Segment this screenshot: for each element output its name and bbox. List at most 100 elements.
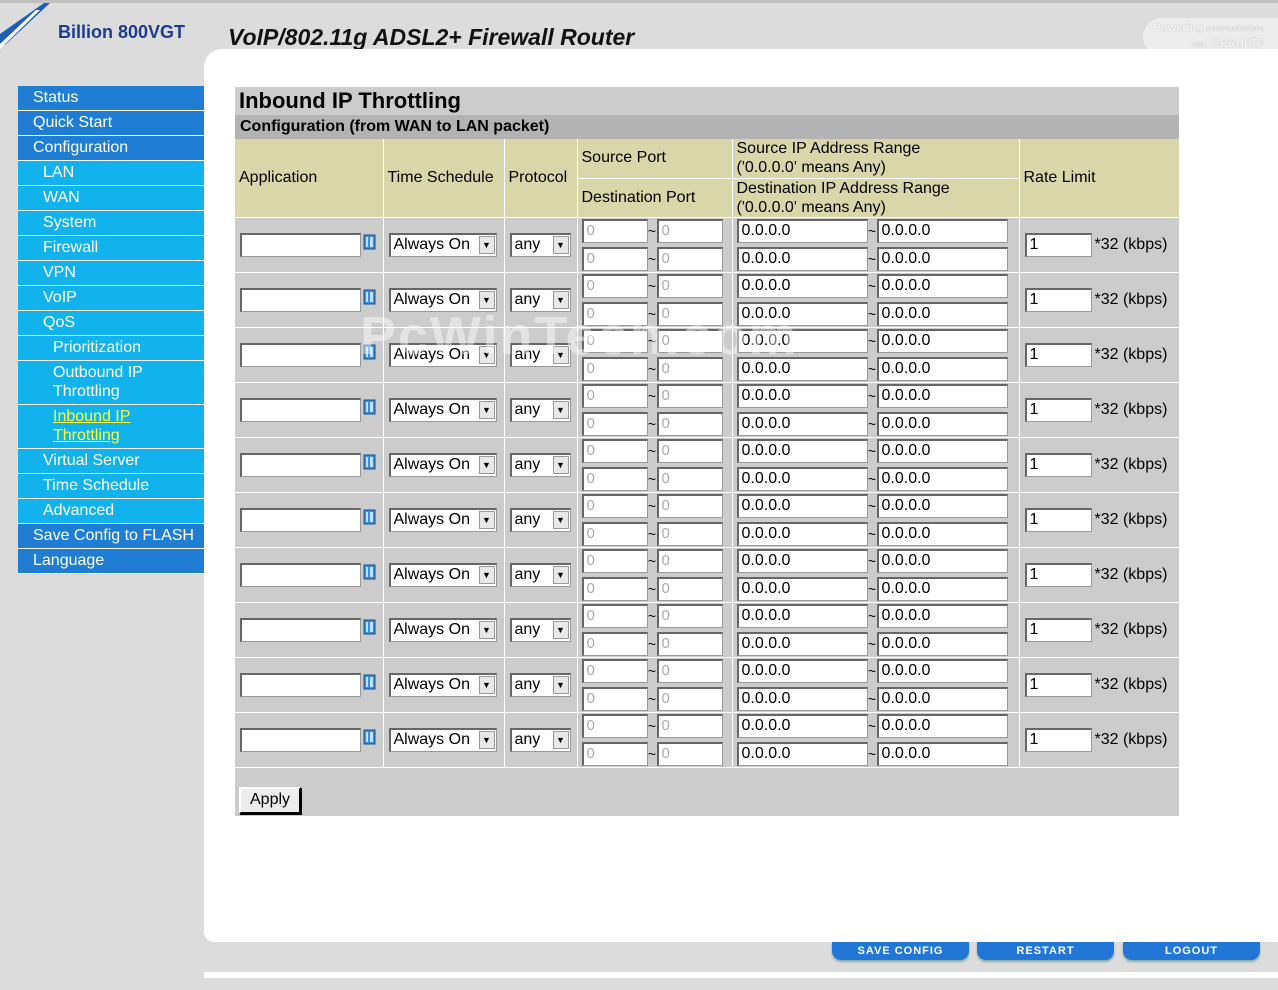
sidebar-item-status[interactable]: Status — [18, 86, 204, 111]
source-port-start[interactable]: 0 — [581, 438, 648, 463]
source-ip-end[interactable]: 0.0.0.0 — [876, 548, 1008, 573]
destination-port-start[interactable]: 0 — [581, 411, 648, 436]
destination-ip-end[interactable]: 0.0.0.0 — [876, 631, 1008, 656]
protocol-select[interactable]: any ▼ — [509, 727, 571, 752]
source-ip-start[interactable]: 0.0.0.0 — [736, 493, 868, 518]
destination-port-end[interactable]: 0 — [656, 411, 723, 436]
source-ip-start[interactable]: 0.0.0.0 — [736, 548, 868, 573]
destination-ip-start[interactable]: 0.0.0.0 — [736, 521, 868, 546]
address-book-icon[interactable] — [363, 729, 376, 750]
protocol-select[interactable]: any ▼ — [509, 617, 571, 642]
sidebar-item-outbound-ip-throttling[interactable]: Outbound IP Throttling — [18, 361, 204, 405]
sidebar-item-voip[interactable]: VoIP — [18, 286, 204, 311]
destination-port-end[interactable]: 0 — [656, 356, 723, 381]
rate-limit-input[interactable]: 1 — [1024, 562, 1092, 587]
source-ip-end[interactable]: 0.0.0.0 — [876, 493, 1008, 518]
application-input[interactable] — [240, 727, 361, 752]
source-ip-start[interactable]: 0.0.0.0 — [736, 218, 868, 243]
protocol-select[interactable]: any ▼ — [509, 287, 571, 312]
address-book-icon[interactable] — [363, 509, 376, 530]
logout-button[interactable]: LOGOUT — [1123, 942, 1260, 960]
destination-port-end[interactable]: 0 — [656, 576, 723, 601]
application-input[interactable] — [240, 562, 361, 587]
destination-ip-end[interactable]: 0.0.0.0 — [876, 686, 1008, 711]
destination-ip-end[interactable]: 0.0.0.0 — [876, 356, 1008, 381]
destination-ip-start[interactable]: 0.0.0.0 — [736, 576, 868, 601]
source-port-end[interactable]: 0 — [656, 438, 723, 463]
time-schedule-select[interactable]: Always On ▼ — [388, 562, 497, 587]
address-book-icon[interactable] — [363, 674, 376, 695]
time-schedule-select[interactable]: Always On ▼ — [388, 342, 497, 367]
restart-button[interactable]: RESTART — [977, 942, 1114, 960]
time-schedule-select[interactable]: Always On ▼ — [388, 397, 497, 422]
sidebar-item-save-config-to-flash[interactable]: Save Config to FLASH — [18, 524, 204, 549]
application-input[interactable] — [240, 617, 361, 642]
destination-port-start[interactable]: 0 — [581, 631, 648, 656]
apply-button[interactable]: Apply — [239, 786, 302, 814]
source-port-start[interactable]: 0 — [581, 218, 648, 243]
destination-ip-end[interactable]: 0.0.0.0 — [876, 301, 1008, 326]
rate-limit-input[interactable]: 1 — [1024, 672, 1092, 697]
source-ip-start[interactable]: 0.0.0.0 — [736, 438, 868, 463]
sidebar-item-wan[interactable]: WAN — [18, 186, 204, 211]
sidebar-item-quick-start[interactable]: Quick Start — [18, 111, 204, 136]
rate-limit-input[interactable]: 1 — [1024, 727, 1092, 752]
address-book-icon[interactable] — [363, 399, 376, 420]
source-ip-start[interactable]: 0.0.0.0 — [736, 658, 868, 683]
source-port-start[interactable]: 0 — [581, 493, 648, 518]
address-book-icon[interactable] — [363, 234, 376, 255]
time-schedule-select[interactable]: Always On ▼ — [388, 452, 497, 477]
source-port-start[interactable]: 0 — [581, 548, 648, 573]
application-input[interactable] — [240, 287, 361, 312]
destination-port-end[interactable]: 0 — [656, 466, 723, 491]
destination-ip-start[interactable]: 0.0.0.0 — [736, 411, 868, 436]
rate-limit-input[interactable]: 1 — [1024, 287, 1092, 312]
rate-limit-input[interactable]: 1 — [1024, 617, 1092, 642]
rate-limit-input[interactable]: 1 — [1024, 397, 1092, 422]
source-port-start[interactable]: 0 — [581, 383, 648, 408]
application-input[interactable] — [240, 232, 361, 257]
protocol-select[interactable]: any ▼ — [509, 397, 571, 422]
rate-limit-input[interactable]: 1 — [1024, 507, 1092, 532]
source-port-end[interactable]: 0 — [656, 493, 723, 518]
destination-ip-end[interactable]: 0.0.0.0 — [876, 521, 1008, 546]
destination-port-start[interactable]: 0 — [581, 356, 648, 381]
destination-port-start[interactable]: 0 — [581, 466, 648, 491]
destination-ip-start[interactable]: 0.0.0.0 — [736, 466, 868, 491]
source-port-start[interactable]: 0 — [581, 328, 648, 353]
source-port-end[interactable]: 0 — [656, 273, 723, 298]
time-schedule-select[interactable]: Always On ▼ — [388, 727, 497, 752]
time-schedule-select[interactable]: Always On ▼ — [388, 287, 497, 312]
destination-port-start[interactable]: 0 — [581, 521, 648, 546]
address-book-icon[interactable] — [363, 619, 376, 640]
application-input[interactable] — [240, 342, 361, 367]
destination-port-start[interactable]: 0 — [581, 741, 648, 766]
source-port-end[interactable]: 0 — [656, 383, 723, 408]
time-schedule-select[interactable]: Always On ▼ — [388, 507, 497, 532]
sidebar-item-lan[interactable]: LAN — [18, 161, 204, 186]
rate-limit-input[interactable]: 1 — [1024, 342, 1092, 367]
source-ip-end[interactable]: 0.0.0.0 — [876, 383, 1008, 408]
destination-ip-start[interactable]: 0.0.0.0 — [736, 631, 868, 656]
destination-ip-start[interactable]: 0.0.0.0 — [736, 246, 868, 271]
rate-limit-input[interactable]: 1 — [1024, 232, 1092, 257]
save-config-button[interactable]: SAVE CONFIG — [832, 942, 969, 960]
protocol-select[interactable]: any ▼ — [509, 342, 571, 367]
destination-port-end[interactable]: 0 — [656, 741, 723, 766]
destination-port-start[interactable]: 0 — [581, 686, 648, 711]
source-port-end[interactable]: 0 — [656, 603, 723, 628]
destination-ip-end[interactable]: 0.0.0.0 — [876, 466, 1008, 491]
sidebar-item-language[interactable]: Language — [18, 549, 204, 574]
source-port-start[interactable]: 0 — [581, 713, 648, 738]
destination-port-start[interactable]: 0 — [581, 576, 648, 601]
source-port-end[interactable]: 0 — [656, 548, 723, 573]
source-ip-start[interactable]: 0.0.0.0 — [736, 328, 868, 353]
source-ip-end[interactable]: 0.0.0.0 — [876, 713, 1008, 738]
destination-port-start[interactable]: 0 — [581, 246, 648, 271]
sidebar-item-firewall[interactable]: Firewall — [18, 236, 204, 261]
protocol-select[interactable]: any ▼ — [509, 507, 571, 532]
sidebar-item-system[interactable]: System — [18, 211, 204, 236]
destination-ip-start[interactable]: 0.0.0.0 — [736, 356, 868, 381]
address-book-icon[interactable] — [363, 344, 376, 365]
source-ip-end[interactable]: 0.0.0.0 — [876, 438, 1008, 463]
